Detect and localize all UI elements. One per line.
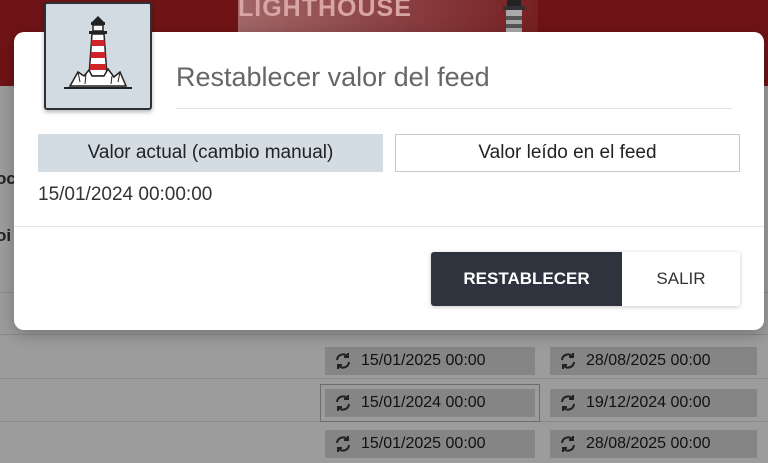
tab-current-value[interactable]: Valor actual (cambio manual): [38, 134, 383, 172]
sync-icon[interactable]: [558, 434, 578, 454]
title-divider: [176, 108, 732, 109]
dialog-actions: RESTABLECER SALIR: [431, 252, 740, 306]
bg-other-date-cell[interactable]: 28/08/2025 00:00: [550, 347, 757, 375]
app-logo: [44, 2, 152, 110]
footer-divider: [14, 226, 764, 227]
bg-other-date-cell[interactable]: 28/08/2025 00:00: [550, 430, 757, 458]
bg-feed-date-cell[interactable]: 15/01/2025 00:00: [325, 347, 535, 375]
brand-text: LIGHTHOUSE: [238, 0, 412, 22]
bg-feed-date: 15/01/2024 00:00: [361, 394, 486, 411]
bg-feed-date-cell[interactable]: 15/01/2024 00:00: [320, 384, 540, 422]
bg-other-date: 19/12/2024 00:00: [586, 394, 711, 411]
bg-truncated-text: oi: [0, 226, 12, 245]
bg-feed-date-cell[interactable]: 15/01/2025 00:00: [325, 430, 535, 458]
brand-lighthouse-icon: [503, 0, 525, 32]
sync-icon[interactable]: [333, 351, 353, 371]
tab-feed-value[interactable]: Valor leído en el feed: [395, 134, 740, 172]
bg-feed-date: 15/01/2025 00:00: [361, 352, 486, 369]
sync-icon[interactable]: [333, 434, 353, 454]
dialog-title: Restablecer valor del feed: [176, 62, 490, 92]
reset-button[interactable]: RESTABLECER: [431, 252, 622, 306]
bg-other-date-cell[interactable]: 19/12/2024 00:00: [550, 389, 757, 417]
bg-other-date: 28/08/2025 00:00: [586, 352, 711, 369]
exit-button[interactable]: SALIR: [622, 252, 740, 306]
lighthouse-icon: [64, 16, 132, 89]
bg-feed-date: 15/01/2025 00:00: [361, 435, 486, 452]
bg-other-date: 28/08/2025 00:00: [586, 435, 711, 452]
sync-icon[interactable]: [558, 393, 578, 413]
sync-icon[interactable]: [333, 393, 353, 413]
sync-icon[interactable]: [558, 351, 578, 371]
current-value-text: 15/01/2024 00:00:00: [38, 184, 213, 205]
